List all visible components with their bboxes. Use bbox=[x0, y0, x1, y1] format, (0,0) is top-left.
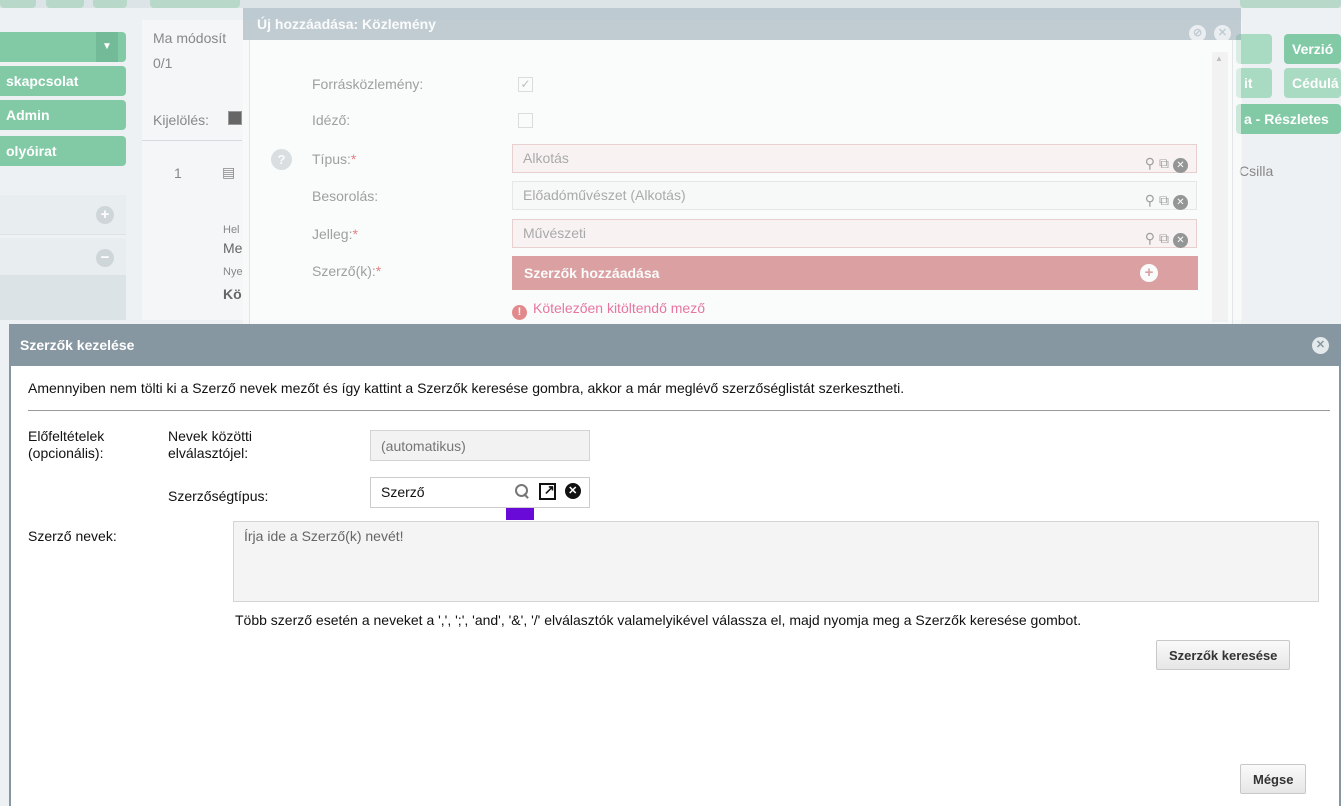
sidebar-selected-row bbox=[0, 275, 126, 320]
cancel-button[interactable]: Mégse bbox=[1240, 764, 1307, 794]
classification-field[interactable]: Előadóművészet (Alkotás) ⚲ ⧉ ✕ bbox=[512, 181, 1197, 210]
clear-icon[interactable]: ✕ bbox=[564, 483, 581, 500]
right-button-reszletes[interactable]: a - Részletes bbox=[1236, 104, 1341, 134]
search-icon[interactable]: ⚲ bbox=[1145, 225, 1155, 252]
top-strip bbox=[0, 0, 1341, 8]
dialog-body: Forrásközlemény: ✓ Idéző: ? Típus:* Alko… bbox=[249, 40, 1233, 324]
right-button-cedula[interactable]: Cédulá bbox=[1284, 68, 1341, 98]
right-button-it[interactable]: it bbox=[1236, 68, 1272, 98]
divider bbox=[28, 410, 1330, 411]
authortype-label: Szerzőségtípus: bbox=[168, 488, 269, 504]
popup-icon[interactable] bbox=[538, 482, 556, 500]
add-authors-button[interactable]: Szerzők hozzáadása + bbox=[512, 256, 1198, 290]
search-icon[interactable]: ⚲ bbox=[1145, 187, 1155, 214]
authors-label: Szerző(k):* bbox=[312, 263, 382, 279]
sidebar-row: − bbox=[0, 238, 126, 278]
dialog-header: Szerzők kezelése ✕ bbox=[9, 324, 1341, 366]
new-publication-dialog: Új hozzáadása: Közlemény ⊘ ✕ Forrásközle… bbox=[243, 8, 1241, 324]
count-label: 0/1 bbox=[153, 55, 173, 71]
right-button-blank[interactable] bbox=[1236, 34, 1272, 64]
source-label: Forrásközlemény: bbox=[312, 76, 424, 92]
classification-label: Besorolás: bbox=[312, 188, 379, 204]
quoting-checkbox[interactable] bbox=[518, 113, 533, 128]
authortype-actions: ✕ bbox=[514, 482, 586, 502]
required-error: ! Kötelezően kitöltendő mező bbox=[512, 300, 705, 320]
source-checkbox[interactable]: ✓ bbox=[518, 77, 533, 92]
help-icon[interactable]: ? bbox=[271, 149, 292, 170]
row-number: 1 bbox=[174, 165, 182, 181]
dialog-header: Új hozzáadása: Közlemény ⊘ ✕ bbox=[243, 8, 1241, 42]
popup-icon[interactable]: ⧉ bbox=[1159, 150, 1169, 177]
info-text: Amennyiben nem tölti ki a Szerző nevek m… bbox=[28, 380, 905, 396]
separator-hint: Több szerző esetén a neveket a ',', ';',… bbox=[235, 612, 1082, 628]
focus-marker bbox=[506, 507, 534, 520]
prerequisites-label: Előfeltételek (opcionális): bbox=[28, 428, 105, 461]
nature-label: Jelleg:* bbox=[312, 226, 358, 242]
dialog-title: Új hozzáadása: Közlemény bbox=[257, 16, 436, 32]
selection-checkbox[interactable] bbox=[228, 111, 242, 125]
separator-label: Nevek közötti elválasztójel: bbox=[168, 428, 253, 461]
author-name: Csilla bbox=[1239, 163, 1274, 179]
chevron-down-icon: ▼ bbox=[96, 32, 118, 62]
search-authors-button[interactable]: Szerzők keresése bbox=[1156, 640, 1291, 670]
clear-icon[interactable]: ✕ bbox=[1173, 158, 1188, 173]
sidebar-button-folyoirat[interactable]: olyóirat bbox=[0, 136, 126, 166]
sidebar-row: + bbox=[0, 195, 126, 235]
popup-icon[interactable]: ⧉ bbox=[1159, 187, 1169, 214]
clear-icon[interactable]: ✕ bbox=[1173, 233, 1188, 248]
separator-input[interactable] bbox=[370, 430, 590, 461]
sidebar-dropdown[interactable]: ▼ bbox=[0, 32, 126, 62]
popup-icon[interactable]: ⧉ bbox=[1159, 225, 1169, 252]
manage-authors-dialog: Szerzők kezelése ✕ Amennyiben nem tölti … bbox=[9, 324, 1341, 806]
type-field[interactable]: Alkotás ⚲ ⧉ ✕ bbox=[512, 144, 1197, 173]
author-names-textarea[interactable]: Írja ide a Szerző(k) nevét! bbox=[233, 521, 1319, 602]
error-icon: ! bbox=[512, 305, 527, 320]
minus-circle-icon[interactable]: − bbox=[96, 249, 114, 267]
nature-field[interactable]: Művészeti ⚲ ⧉ ✕ bbox=[512, 219, 1197, 248]
type-label: Típus:* bbox=[312, 151, 357, 167]
dialog-body: Amennyiben nem tölti ki a Szerző nevek m… bbox=[9, 366, 1341, 806]
dialog-title: Szerzők kezelése bbox=[20, 337, 135, 353]
quoting-label: Idéző: bbox=[312, 112, 351, 128]
search-icon[interactable]: ⚲ bbox=[1145, 150, 1155, 177]
left-sidebar: ▼ skapcsolat Admin olyóirat + − bbox=[0, 8, 140, 328]
author-names-label: Szerző nevek: bbox=[28, 528, 117, 544]
plus-icon: + bbox=[1140, 264, 1158, 282]
scroll-up-icon[interactable]: ▲ bbox=[1215, 54, 1223, 63]
plus-circle-icon[interactable]: + bbox=[96, 206, 114, 224]
close-icon[interactable]: ✕ bbox=[1312, 337, 1329, 354]
search-icon[interactable] bbox=[514, 483, 530, 499]
document-icon: ▤ bbox=[222, 164, 236, 180]
clear-icon[interactable]: ✕ bbox=[1173, 195, 1188, 210]
selection-label: Kijelölés: bbox=[153, 112, 210, 128]
sidebar-button-admin[interactable]: Admin bbox=[0, 100, 126, 130]
scrollbar[interactable]: ▲ bbox=[1212, 52, 1228, 322]
modified-label: Ma módosít bbox=[153, 30, 227, 46]
sidebar-button-kapcsolat[interactable]: skapcsolat bbox=[0, 66, 126, 96]
right-button-verzio[interactable]: Verzió bbox=[1284, 34, 1341, 64]
